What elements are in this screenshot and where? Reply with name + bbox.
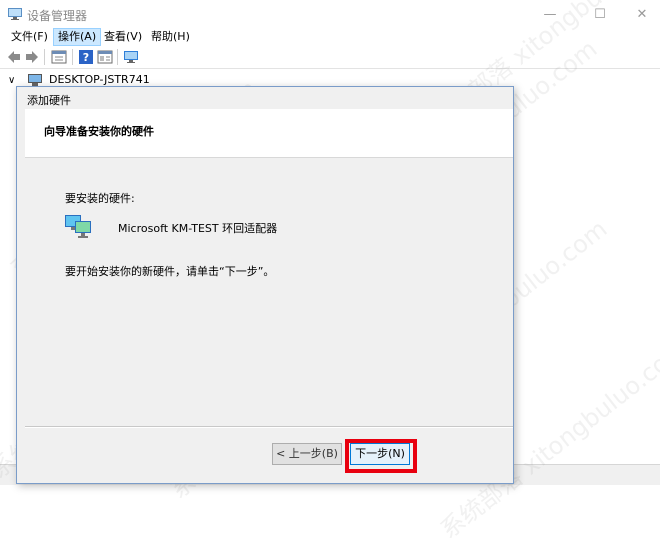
- maximize-button[interactable]: ☐: [578, 0, 622, 28]
- show-hidden-icon[interactable]: [97, 49, 113, 65]
- footer-divider: [25, 426, 513, 428]
- menu-file[interactable]: 文件(F): [7, 28, 52, 46]
- toolbar-separator: [44, 49, 45, 65]
- instruction-text: 要开始安装你的新硬件，请单击“下一步”。: [65, 265, 275, 278]
- tree-root-row[interactable]: ∨ DESKTOP-JSTR741: [8, 73, 150, 87]
- menu-bar: 文件(F) 操作(A) 查看(V) 帮助(H): [0, 28, 660, 46]
- forward-arrow-icon[interactable]: [24, 49, 40, 65]
- device-manager-icon: [8, 8, 22, 20]
- hardware-label: 要安装的硬件:: [65, 192, 135, 205]
- toolbar-separator: [117, 49, 118, 65]
- menu-help[interactable]: 帮助(H): [147, 28, 194, 46]
- back-button[interactable]: < 上一步(B): [272, 443, 342, 465]
- dialog-header: 向导准备安装你的硬件: [25, 109, 513, 158]
- dialog-title: 添加硬件: [27, 94, 71, 107]
- properties-icon[interactable]: [51, 49, 67, 65]
- hardware-name: Microsoft KM-TEST 环回适配器: [118, 222, 278, 235]
- menu-view[interactable]: 查看(V): [100, 28, 146, 46]
- maximize-icon: ☐: [594, 6, 606, 22]
- back-arrow-icon[interactable]: [6, 49, 22, 65]
- title-bar: 设备管理器 — ☐ ✕: [0, 0, 660, 28]
- toolbar-separator: [72, 49, 73, 65]
- scan-hardware-icon[interactable]: [123, 49, 139, 65]
- menu-action[interactable]: 操作(A): [53, 28, 102, 46]
- close-icon: ✕: [636, 6, 648, 22]
- computer-icon: [27, 74, 42, 86]
- window-title: 设备管理器: [27, 9, 88, 23]
- dialog-heading: 向导准备安装你的硬件: [44, 125, 154, 138]
- next-button[interactable]: 下一步(N): [350, 443, 410, 465]
- dialog-body: 要安装的硬件: Microsoft KM-TEST 环回适配器 要开始安装你的新…: [25, 158, 513, 426]
- add-hardware-dialog: 添加硬件 向导准备安装你的硬件 要安装的硬件: Microsoft KM-TES…: [16, 86, 514, 484]
- minimize-button[interactable]: —: [528, 0, 572, 28]
- network-adapter-icon: [65, 215, 91, 238]
- tree-root-label: DESKTOP-JSTR741: [49, 73, 150, 86]
- minimize-icon: —: [543, 6, 557, 22]
- svg-text:?: ?: [83, 51, 89, 64]
- help-icon[interactable]: ?: [78, 49, 94, 65]
- toolbar: ?: [0, 46, 660, 69]
- close-button[interactable]: ✕: [620, 0, 660, 28]
